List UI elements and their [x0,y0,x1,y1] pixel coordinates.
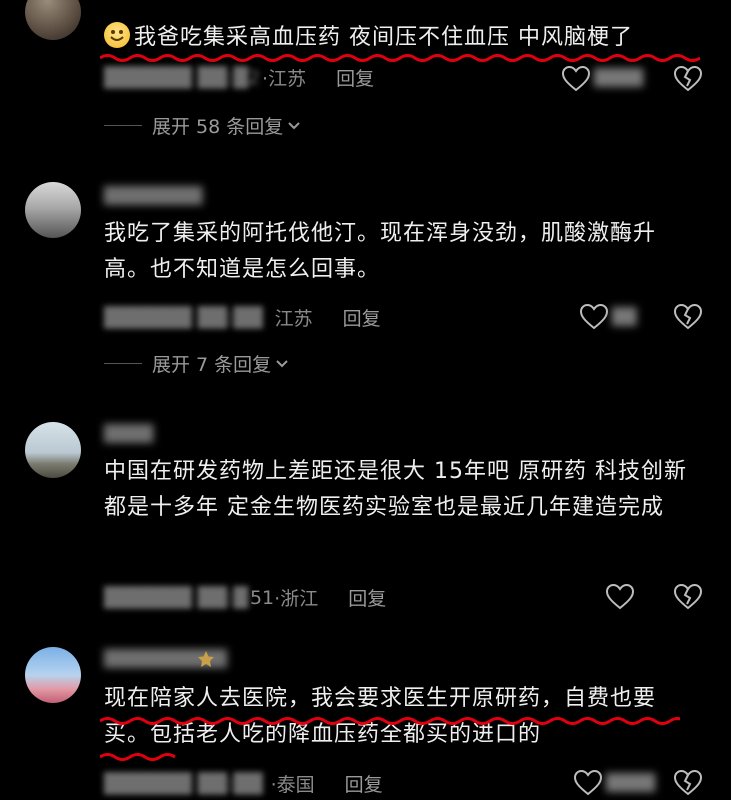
chevron-down-icon [288,121,300,129]
reply-button[interactable]: 回复 [343,304,381,331]
reply-button[interactable]: 回复 [336,64,374,91]
like-count: ████ [606,773,656,792]
comment-text: 中国在研发药物上差距还是很大 15年吧 原研药 科技创新都是十多年 定金生物医药… [104,459,687,520]
red-underline [100,54,700,62]
avatar[interactable] [25,422,81,478]
avatar[interactable] [25,182,81,238]
comment-meta: ██████ ██:█ 51 ·浙江 回复 [104,584,386,611]
comment-username[interactable]: ████████ [104,186,202,205]
fan-badge-icon [198,651,214,667]
comment-location: ·浙江 [274,588,319,610]
comment-username[interactable]: ████ [104,424,153,443]
comment-meta: ██████ ██:██ 江苏 回复 [104,304,381,331]
comment-meta: ██████ ██:█2 ·江苏 回复 [104,64,374,91]
smile-emoji-icon [104,22,130,48]
broken-heart-icon[interactable] [674,66,702,92]
heart-icon[interactable] [606,584,634,610]
broken-heart-icon[interactable] [674,584,702,610]
divider-line [104,125,142,126]
avatar[interactable] [25,647,81,703]
heart-icon[interactable] [574,770,602,796]
red-underline [100,717,680,725]
like-count: ██ [612,307,637,326]
comment-text: 我爸吃集采高血压药 夜间压不住血压 中风脑梗了 [104,20,701,56]
comment-date: ██████ ██:██ [104,772,263,795]
broken-heart-icon[interactable] [674,304,702,330]
comment-text: 我吃了集采的阿托伐他汀。现在浑身没劲，肌酸激酶升高。也不知道是怎么回事。 [104,221,657,282]
divider-line [104,363,142,364]
broken-heart-icon[interactable] [674,770,702,796]
like-count: ████ [594,68,644,87]
comment-location: ·江苏 [262,68,307,90]
comment-location: ·泰国 [270,774,315,796]
comment-date: ██████ ██:█2 [104,66,261,89]
expand-replies-label: 展开 7 条回复 [152,354,272,376]
expand-replies-button[interactable]: 展开 7 条回复 [104,350,289,377]
reply-button[interactable]: 回复 [345,770,383,797]
heart-icon[interactable] [562,66,590,92]
comment-date: ██████ ██:██ [104,306,263,329]
expand-replies-button[interactable]: 展开 58 条回复 [104,112,301,139]
comment-meta: ██████ ██:██ ·泰国 回复 [104,770,383,797]
comment-date: ██████ ██:█ [104,586,248,609]
red-underline [100,753,176,761]
heart-icon[interactable] [580,304,608,330]
comment-location: 江苏 [274,308,313,330]
expand-replies-label: 展开 58 条回复 [152,116,284,138]
comment-date-visible: 51 [249,586,275,609]
chevron-down-icon [276,359,288,367]
avatar[interactable] [25,0,81,40]
reply-button[interactable]: 回复 [348,584,386,611]
